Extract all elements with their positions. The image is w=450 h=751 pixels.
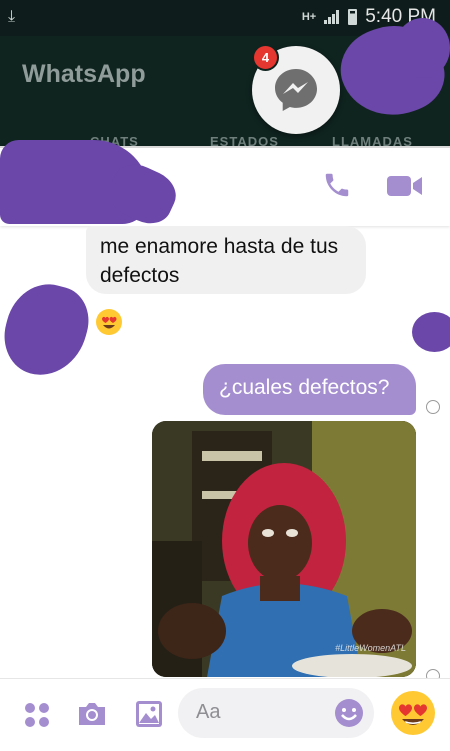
incoming-message-text: me enamore hasta de tus defectos [100, 235, 339, 287]
phone-icon[interactable] [322, 170, 352, 205]
redaction-right-edge [412, 312, 450, 352]
photo-message[interactable]: #LittleWomenATL [152, 421, 416, 677]
background-app-title: WhatsApp [22, 60, 146, 88]
meme-photo-image [152, 421, 416, 677]
signal-icon [324, 10, 340, 24]
redaction-avatar [0, 275, 97, 385]
incoming-message-bubble[interactable]: me enamore hasta de tus defectos [86, 226, 366, 294]
outgoing-message-bubble[interactable]: ¿cuales defectos? [203, 364, 416, 415]
unread-badge: 4 [252, 44, 279, 71]
photo-watermark: #LittleWomenATL [335, 643, 406, 653]
video-call-icon[interactable] [386, 172, 424, 205]
camera-icon[interactable] [76, 700, 108, 733]
apps-icon[interactable] [24, 702, 50, 733]
quick-reaction-emoji-button[interactable] [390, 690, 436, 741]
heart-eyes-emoji[interactable] [95, 308, 123, 341]
battery-icon [348, 9, 358, 25]
gallery-icon[interactable] [134, 699, 164, 734]
emoji-icon[interactable] [334, 698, 364, 733]
notification-icon: ⤓ [8, 8, 16, 25]
messenger-icon [275, 69, 317, 111]
message-input-placeholder: Aa [196, 701, 221, 723]
outgoing-message-text: ¿cuales defectos? [219, 376, 390, 399]
network-type: H+ [301, 11, 317, 23]
redaction-top-right-2 [395, 18, 450, 78]
sent-status-icon [426, 400, 440, 414]
